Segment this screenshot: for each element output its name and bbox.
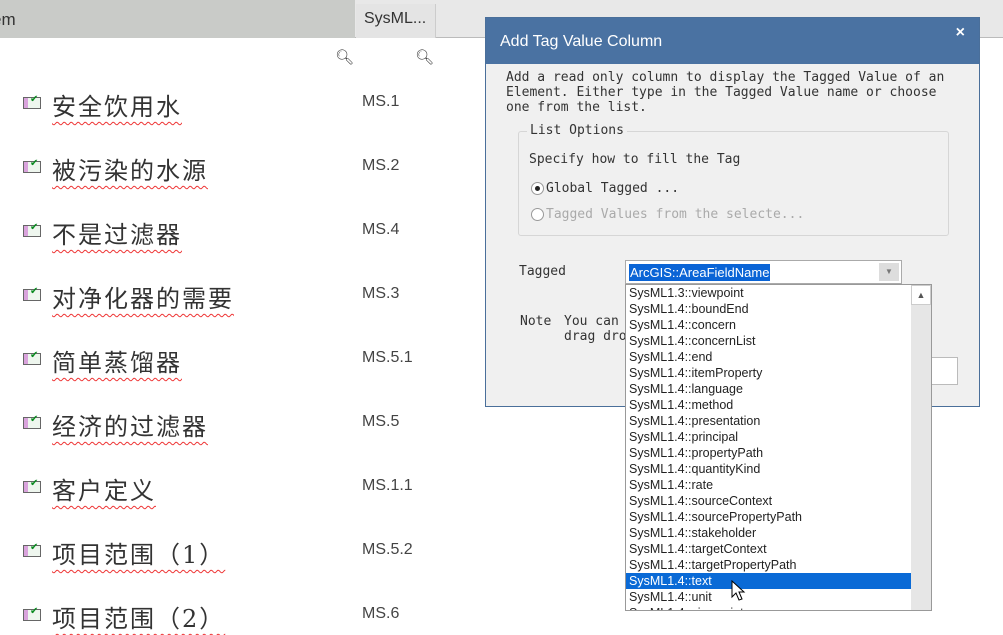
chevron-down-icon[interactable]: ▼: [879, 263, 899, 281]
tagged-value-label: Tagged Value:: [519, 264, 566, 280]
element-name: 客户定义: [52, 477, 156, 505]
dropdown-option[interactable]: SysML1.4::rate: [626, 477, 912, 493]
requirement-icon: ✔: [23, 414, 41, 429]
radio-unselected-icon[interactable]: [531, 208, 544, 221]
requirement-icon: ✔: [23, 158, 41, 173]
requirement-icon: ✔: [23, 94, 41, 109]
radio-label: Tagged Values from the selecte...: [546, 207, 805, 222]
element-name: 对净化器的需要: [52, 285, 234, 313]
element-name: 项目范围（2）: [52, 605, 226, 633]
dropdown-option[interactable]: SysML1.4::quantityKind: [626, 461, 912, 477]
element-name: 不是过滤器: [52, 221, 182, 249]
specify-label: Specify how to fill the Tag: [529, 152, 741, 167]
element-code: MS.5.2: [362, 541, 413, 558]
element-name: 被污染的水源: [52, 157, 208, 185]
element-code: MS.5: [362, 413, 400, 430]
radio-global-tagged[interactable]: Global Tagged ...: [531, 181, 679, 196]
tagged-value-text[interactable]: ArcGIS::AreaFieldName: [629, 264, 771, 281]
dropdown-option[interactable]: SysML1.4::language: [626, 381, 912, 397]
list-item[interactable]: ✔ 被污染的水源 MS.2: [0, 147, 480, 187]
dropdown-option[interactable]: SysML1.4::end: [626, 349, 912, 365]
close-icon[interactable]: ×: [956, 24, 965, 42]
dropdown-option[interactable]: SysML1.3::viewpoint: [626, 285, 912, 301]
dropdown-option[interactable]: SysML1.4::principal: [626, 429, 912, 445]
group-label: List Options: [527, 123, 627, 138]
list-item[interactable]: ✔ 客户定义 MS.1.1: [0, 467, 480, 507]
element-code: MS.1: [362, 93, 400, 110]
search-icon[interactable]: 🔍︎: [415, 48, 434, 66]
element-name: 项目范围（1）: [52, 541, 226, 569]
dialog-title: Add Tag Value Column: [486, 18, 979, 64]
note-text: drag dro: [564, 329, 627, 344]
list-options-group: List Options Specify how to fill the Tag…: [518, 123, 949, 236]
mouse-cursor-icon: [731, 580, 746, 601]
radio-selected-icon[interactable]: [531, 182, 544, 195]
element-code: MS.4: [362, 221, 400, 238]
list-item[interactable]: ✔ 项目范围（1） MS.5.2: [0, 531, 480, 571]
dropdown-option[interactable]: SysML1.4::viewpoint: [626, 605, 912, 610]
list-item[interactable]: ✔ 对净化器的需要 MS.3: [0, 275, 480, 315]
dropdown-option[interactable]: SysML1.4::method: [626, 397, 912, 413]
dropdown-option[interactable]: SysML1.4::itemProperty: [626, 365, 912, 381]
dialog-description: Add a read only column to display the Ta…: [506, 70, 945, 115]
list-item[interactable]: ✔ 经济的过滤器 MS.5: [0, 403, 480, 443]
dropdown-option[interactable]: SysML1.4::text: [626, 573, 912, 589]
dropdown-option[interactable]: SysML1.4::boundEnd: [626, 301, 912, 317]
requirement-icon: ✔: [23, 222, 41, 237]
element-code: MS.3: [362, 285, 400, 302]
element-name: 安全饮用水: [52, 93, 182, 121]
note-text: You can: [564, 314, 619, 329]
element-code: MS.2: [362, 157, 400, 174]
requirement-icon: ✔: [23, 350, 41, 365]
dropdown-option[interactable]: SysML1.4::presentation: [626, 413, 912, 429]
tagged-value-combobox[interactable]: ArcGIS::AreaFieldName ▼: [625, 260, 902, 284]
element-code: MS.5.1: [362, 349, 413, 366]
scroll-up-icon[interactable]: ▲: [911, 285, 931, 305]
list-item[interactable]: ✔ 安全饮用水 MS.1: [0, 83, 480, 123]
dropdown-option[interactable]: SysML1.4::stakeholder: [626, 525, 912, 541]
requirement-icon: ✔: [23, 286, 41, 301]
note-label: Note: [520, 314, 552, 329]
element-code: MS.6: [362, 605, 400, 622]
dropdown-option[interactable]: SysML1.4::concern: [626, 317, 912, 333]
requirement-icon: ✔: [23, 478, 41, 493]
dropdown-option[interactable]: SysML1.4::sourceContext: [626, 493, 912, 509]
dropdown-option[interactable]: SysML1.4::propertyPath: [626, 445, 912, 461]
search-icon[interactable]: 🔍︎: [335, 48, 354, 66]
requirement-icon: ✔: [23, 542, 41, 557]
list-item[interactable]: ✔ 简单蒸馏器 MS.5.1: [0, 339, 480, 379]
dropdown-option[interactable]: SysML1.4::concernList: [626, 333, 912, 349]
radio-label: Global Tagged ...: [546, 181, 680, 196]
element-name: 简单蒸馏器: [52, 349, 182, 377]
scrollbar[interactable]: ▲: [911, 285, 931, 610]
dropdown-option[interactable]: SysML1.4::sourcePropertyPath: [626, 509, 912, 525]
dropdown-option[interactable]: SysML1.4::targetContext: [626, 541, 912, 557]
list-item[interactable]: ✔ 不是过滤器 MS.4: [0, 211, 480, 251]
tab-sysml[interactable]: SysML...: [356, 4, 436, 38]
tab-element[interactable]: em: [0, 0, 355, 38]
element-code: MS.1.1: [362, 477, 413, 494]
radio-tagged-from-selected[interactable]: Tagged Values from the selecte...: [531, 207, 804, 222]
dropdown-option[interactable]: SysML1.4::unit: [626, 589, 912, 605]
tagged-value-dropdown-list[interactable]: SysML1.3::viewpoint SysML1.4::boundEnd Sys…: [625, 284, 932, 611]
element-name: 经济的过滤器: [52, 413, 208, 441]
dropdown-option[interactable]: SysML1.4::targetPropertyPath: [626, 557, 912, 573]
list-item[interactable]: ✔ 项目范围（2） MS.6: [0, 595, 480, 635]
